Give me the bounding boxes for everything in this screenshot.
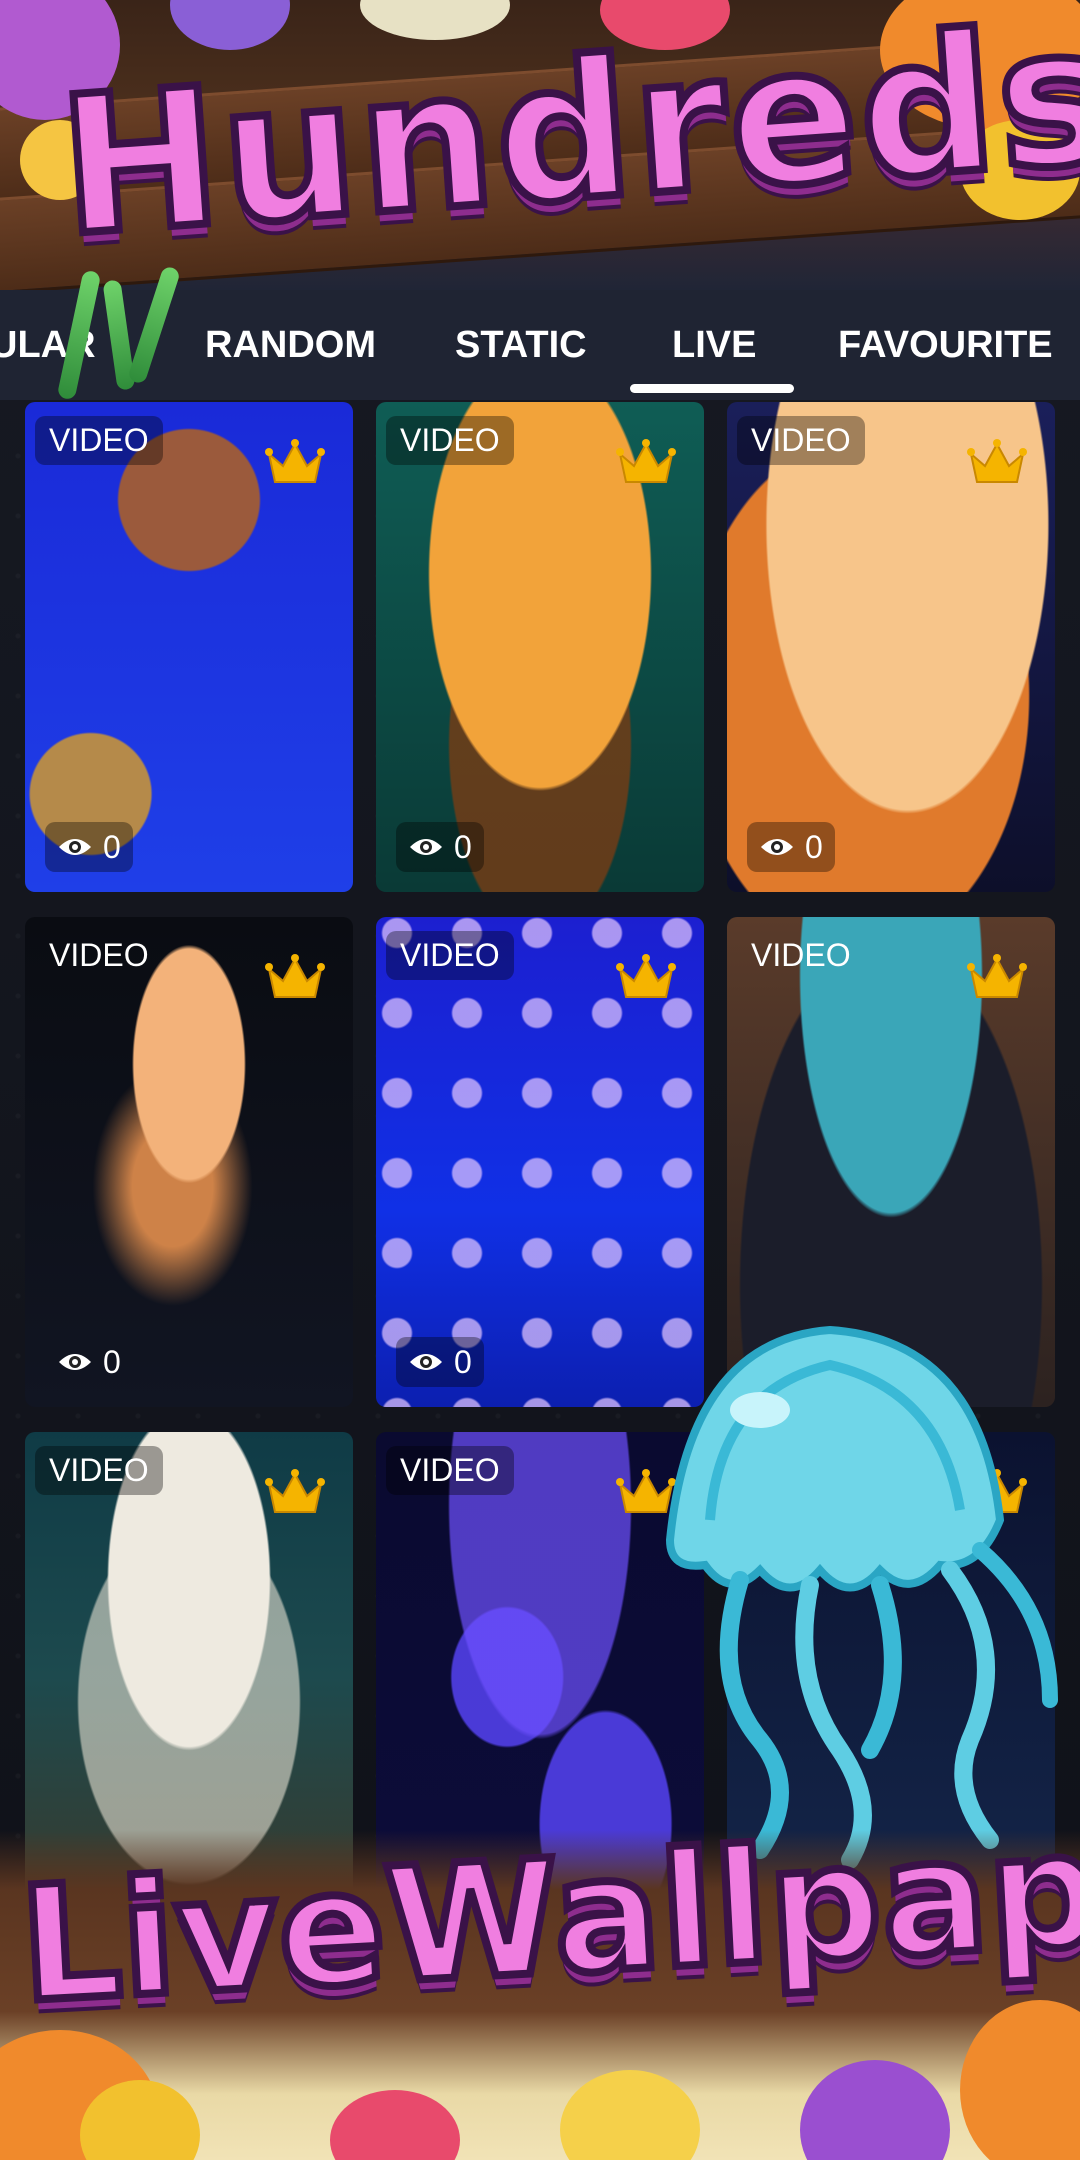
video-badge: VIDEO: [386, 931, 514, 980]
tab-selected-indicator: [630, 384, 794, 393]
eye-icon: [761, 839, 793, 855]
video-badge: VIDEO: [35, 416, 163, 465]
video-badge: VIDEO: [737, 416, 865, 465]
wallpaper-card[interactable]: VIDEO 0: [727, 402, 1055, 892]
wallpaper-card[interactable]: VIDEO 0: [25, 402, 353, 892]
view-count-value: 0: [454, 828, 472, 865]
eye-icon: [410, 1354, 442, 1370]
app-screen: Hundreds+ ULAR RANDOM STATIC LIVE FAVOUR…: [0, 0, 1080, 2160]
view-count-value: 0: [103, 828, 121, 865]
eye-icon: [59, 1354, 91, 1370]
tab-static[interactable]: STATIC: [455, 290, 587, 400]
tab-favourite[interactable]: FAVOURITE: [838, 290, 1053, 400]
crown-icon: [967, 439, 1027, 483]
video-badge: VIDEO: [49, 937, 149, 973]
view-count-value: 0: [103, 1343, 121, 1380]
eye-icon: [410, 839, 442, 855]
view-count: 0: [45, 1337, 133, 1387]
category-tab-bar: ULAR RANDOM STATIC LIVE FAVOURITE: [0, 265, 1080, 401]
coral-decoration: [560, 2070, 700, 2160]
wallpaper-card[interactable]: VIDEO 0: [25, 917, 353, 1407]
video-badge: VIDEO: [386, 1446, 514, 1495]
crown-icon: [265, 1469, 325, 1513]
eye-icon: [59, 839, 91, 855]
cartoon-jellyfish-illustration: [665, 1325, 1058, 1869]
coral-decoration: [800, 2060, 950, 2160]
video-badge: VIDEO: [751, 937, 851, 973]
crown-icon: [616, 954, 676, 998]
view-count: 0: [396, 822, 484, 872]
crown-icon: [967, 954, 1027, 998]
coral-decoration: [330, 2090, 460, 2160]
coral-decoration: [960, 2000, 1080, 2160]
view-count: 0: [396, 1337, 484, 1387]
wallpaper-card[interactable]: VIDEO 0: [376, 402, 704, 892]
video-badge: VIDEO: [386, 416, 514, 465]
top-promo-banner: Hundreds+: [0, 0, 1080, 290]
crown-icon: [616, 439, 676, 483]
crown-icon: [265, 954, 325, 998]
crown-icon: [265, 439, 325, 483]
view-count-value: 0: [454, 1343, 472, 1380]
view-count: 0: [45, 822, 133, 872]
view-count-value: 0: [805, 828, 823, 865]
video-badge: VIDEO: [35, 1446, 163, 1495]
tab-random[interactable]: RANDOM: [205, 290, 376, 400]
view-count: 0: [747, 822, 835, 872]
